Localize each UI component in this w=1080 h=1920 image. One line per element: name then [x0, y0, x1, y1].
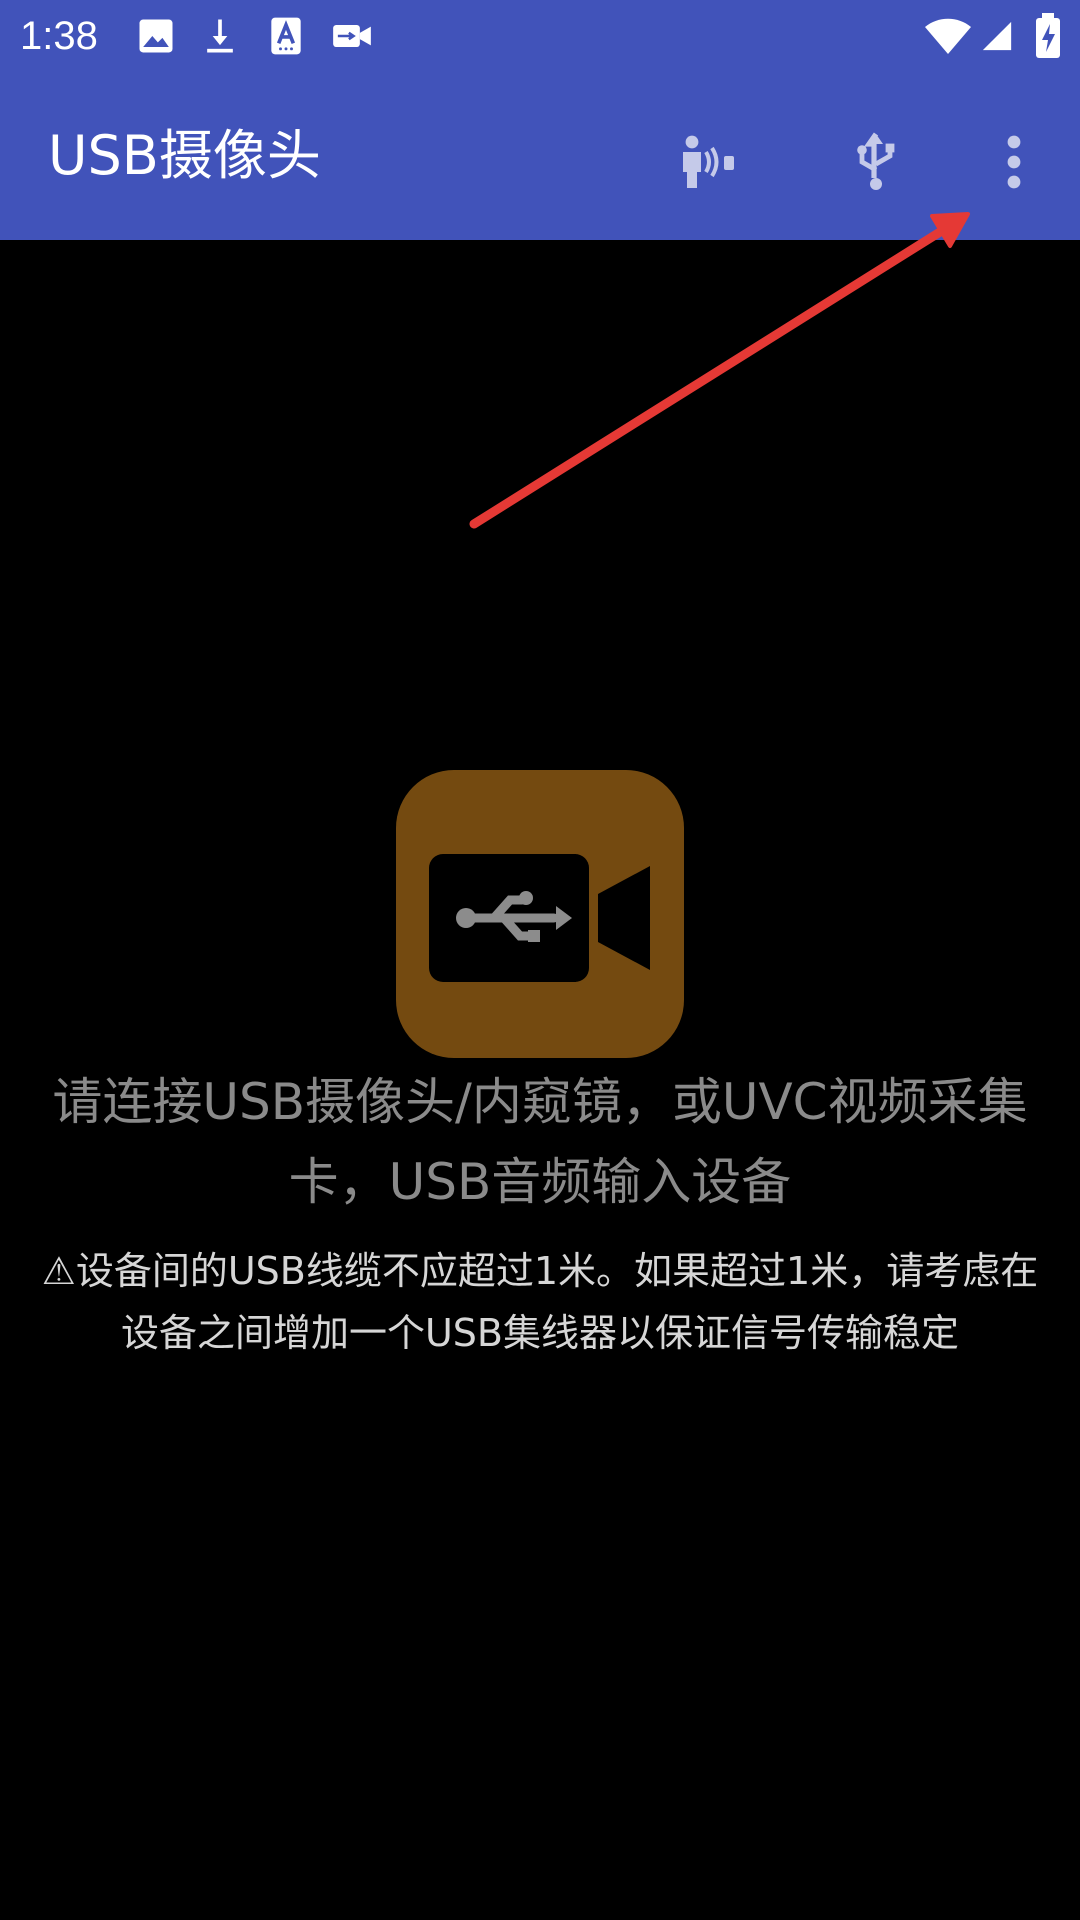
battery-charging-icon [1036, 13, 1060, 58]
usb-icon [857, 132, 895, 190]
audio-source-button[interactable] [658, 114, 754, 210]
cell-signal-icon [982, 21, 1012, 51]
app-title: USB摄像头 [48, 124, 321, 187]
connect-device-message: 请连接USB摄像头/内窥镜，或UVC视频采集卡，USB音频输入设备 [52, 1073, 1028, 1211]
usb-camera-logo [396, 770, 684, 1058]
text-a-icon [271, 17, 301, 55]
status-bar: 1:38 [0, 0, 1080, 72]
usb-video-icon [333, 25, 371, 47]
status-time: 1:38 [20, 14, 98, 58]
image-icon [139, 19, 173, 53]
more-vert-icon [1007, 135, 1021, 189]
usb-device-button[interactable] [828, 114, 924, 210]
wifi-icon [925, 18, 971, 54]
app-screen: 1:38 USB摄像头 请连接USB摄像头/内窥镜，或UVC视频采集卡，USB音… [0, 0, 1080, 1920]
download-icon [207, 19, 233, 53]
person-audio-icon [683, 135, 734, 188]
cable-length-warning: ⚠设备间的USB线缆不应超过1米。如果超过1米，请考虑在设备之间增加一个USB集… [41, 1249, 1039, 1355]
app-bar: USB摄像头 [0, 72, 1080, 240]
usb-camera-icon [429, 854, 650, 982]
overflow-menu-button[interactable] [966, 114, 1062, 210]
